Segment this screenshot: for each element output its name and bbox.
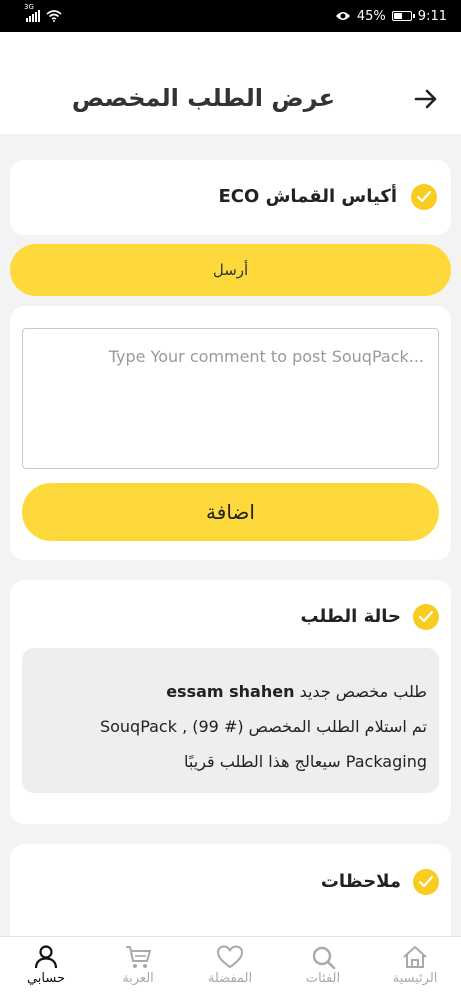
- clock: 9:11: [417, 8, 447, 24]
- product-name: أكياس القماش ECO: [218, 186, 397, 207]
- status-bar: 3G 45% 9:11: [0, 0, 461, 32]
- nav-favorites-label: المفضلة: [207, 971, 253, 986]
- nav-categories-label: الفئات: [305, 971, 341, 986]
- battery-percent: 45%: [356, 8, 386, 24]
- nav-favorites[interactable]: المفضلة: [190, 941, 270, 986]
- home-icon: [403, 946, 427, 968]
- nav-account[interactable]: حسابي: [6, 941, 86, 986]
- check-icon: [413, 604, 439, 630]
- eye-icon: [335, 12, 350, 20]
- order-status-message: طلب مخصص جديد essam shahen تم استلام الط…: [22, 648, 439, 793]
- bottom-nav: الرئيسية الفئات المفضلة العربة حسابي: [0, 936, 461, 1000]
- product-card: أكياس القماش ECO: [10, 160, 451, 235]
- app-header: عرض الطلب المخصص: [0, 32, 461, 134]
- signal-icon: 3G: [24, 3, 40, 22]
- cart-icon: [126, 946, 151, 968]
- status-line-3: Packaging سيعالج هذا الطلب قريبًا: [184, 752, 427, 771]
- nav-home-label: الرئيسية: [392, 971, 438, 986]
- order-status-title: حالة الطلب: [300, 606, 401, 627]
- heart-icon: [217, 945, 243, 968]
- nav-categories[interactable]: الفئات: [283, 941, 363, 986]
- comment-input[interactable]: [22, 328, 439, 469]
- user-icon: [34, 945, 58, 969]
- nav-cart[interactable]: العربة: [98, 941, 178, 986]
- back-arrow-icon[interactable]: [413, 86, 439, 112]
- notes-title: ملاحظات: [320, 871, 401, 892]
- status-line-2: تم استلام الطلب المخصص (# 99) , SouqPack: [99, 717, 427, 736]
- battery-icon: [391, 11, 415, 21]
- check-icon: [411, 184, 437, 210]
- check-icon: [413, 869, 439, 895]
- nav-account-label: حسابي: [26, 971, 66, 986]
- wifi-icon: [46, 10, 62, 22]
- page-title: عرض الطلب المخصص: [71, 84, 335, 112]
- status-line-1: طلب مخصص جديد essam shahen: [166, 682, 427, 701]
- customer-name: essam shahen: [166, 682, 295, 701]
- add-button[interactable]: اضافة: [22, 483, 439, 541]
- nav-home[interactable]: الرئيسية: [375, 941, 455, 986]
- send-button[interactable]: أرسل: [10, 244, 451, 296]
- search-icon: [312, 946, 336, 969]
- nav-cart-label: العربة: [122, 971, 154, 986]
